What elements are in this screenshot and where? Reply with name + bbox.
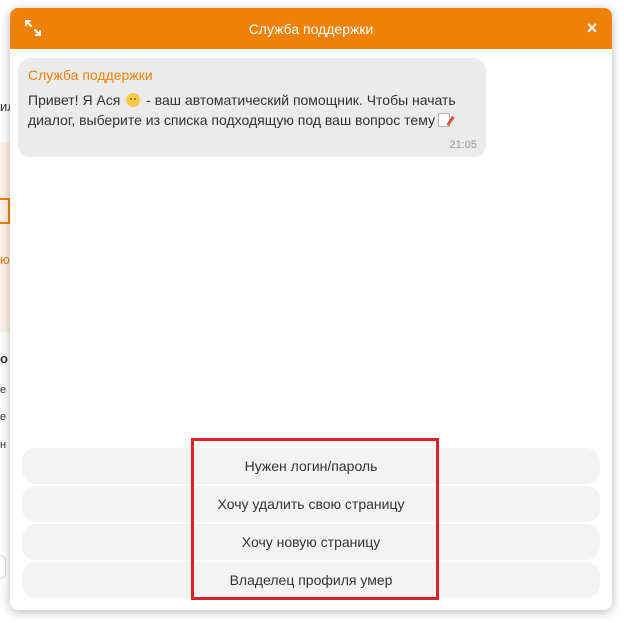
message-text-part1: Привет! Я Ася — [28, 92, 121, 108]
quick-reply-options: Нужен логин/пароль Хочу удалить свою стр… — [22, 448, 600, 600]
chat-header: Служба поддержки × — [10, 8, 612, 49]
chat-title: Служба поддержки — [248, 20, 374, 37]
background-text: н — [0, 439, 7, 451]
message-list: Служба поддержки Привет! Я Ася - ваш авт… — [10, 49, 612, 444]
support-chat-widget: Служба поддержки × Служба поддержки Прив… — [10, 8, 612, 610]
background-control — [0, 555, 6, 579]
message-sender: Служба поддержки — [28, 67, 153, 83]
message-bubble: Служба поддержки Привет! Я Ася - ваш авт… — [18, 58, 486, 157]
background-text: о — [0, 351, 8, 366]
message-time: 21:05 — [449, 139, 477, 151]
message-text: Привет! Я Ася - ваш автоматический помощ… — [28, 90, 476, 130]
option-login-password-button[interactable]: Нужен логин/пароль — [22, 448, 600, 484]
memo-pencil-icon — [438, 113, 450, 127]
background-banner-text: ю — [0, 252, 10, 267]
smiley-face-icon — [126, 93, 141, 107]
option-delete-page-button[interactable]: Хочу удалить свою страницу — [22, 486, 600, 522]
option-owner-deceased-button[interactable]: Владелец профиля умер — [22, 562, 600, 598]
background-text: е — [0, 384, 7, 396]
background-banner — [0, 142, 10, 332]
background-text: е — [0, 411, 7, 423]
option-new-page-button[interactable]: Хочу новую страницу — [22, 524, 600, 560]
close-icon[interactable]: × — [582, 18, 602, 38]
expand-arrows-icon[interactable] — [24, 19, 42, 37]
background-mail-icon — [0, 198, 10, 224]
